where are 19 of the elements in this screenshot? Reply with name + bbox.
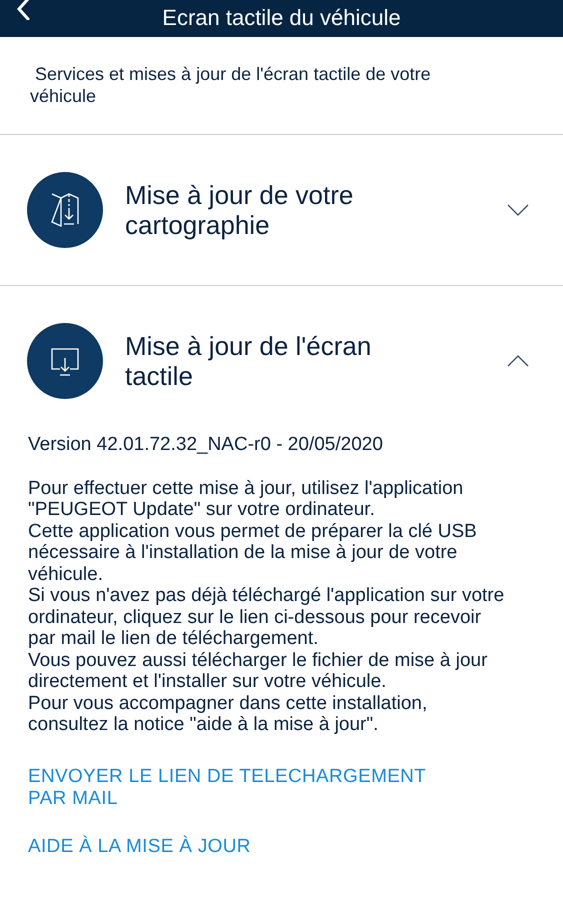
- section-title: Mise à jour de l'écran tactile: [125, 331, 372, 391]
- description-text: Pour effectuer cette mise à jour, utilisez l'application "PEUGEOT Update" sur votre ordinateur.: [28, 478, 464, 520]
- screen-download-icon: [51, 348, 79, 376]
- accordion-header[interactable]: Mise à jour de votre cartographie: [0, 135, 563, 285]
- chevron-down-icon[interactable]: [507, 204, 529, 216]
- description-text: Vous pouvez aussi télécharger le fichier de mise à jour directement et l'installer sur votre véhicule.: [28, 650, 488, 692]
- map-download-icon: [51, 193, 79, 227]
- description-text: Pour vous accompagner dans cette installation, consultez la notice "aide à la mise à jour".: [28, 692, 428, 736]
- back-icon[interactable]: [16, 0, 30, 20]
- description-text: Si vous n'avez pas déjà téléchargé l'application sur votre ordinateur, cliquez sur le lien ci-dessous pour recevoir par mail le lien de téléchargement.: [28, 585, 506, 650]
- intro-text: Services et mises à jour de l'écran tactile de votre véhicule: [30, 63, 432, 107]
- text-link[interactable]: ENVOYER LE LIEN DE TELECHARGEMENT PAR MAIL: [28, 766, 468, 810]
- description-text: Cette application vous permet de préparer la clé USB nécessaire à l'installation de la mise à jour de votre véhicule.: [28, 520, 478, 585]
- section-title: Mise à jour de votre cartographie: [125, 180, 354, 240]
- text-link[interactable]: AIDE À LA MISE À JOUR: [28, 836, 251, 858]
- accordion-header[interactable]: Mise à jour de l'écran tactile: [0, 286, 563, 436]
- chevron-up-icon[interactable]: [507, 355, 529, 367]
- screen-title: Ecran tactile du véhicule: [162, 5, 401, 31]
- version-text: Version 42.01.72.32_NAC-r0 - 20/05/2020: [28, 434, 384, 456]
